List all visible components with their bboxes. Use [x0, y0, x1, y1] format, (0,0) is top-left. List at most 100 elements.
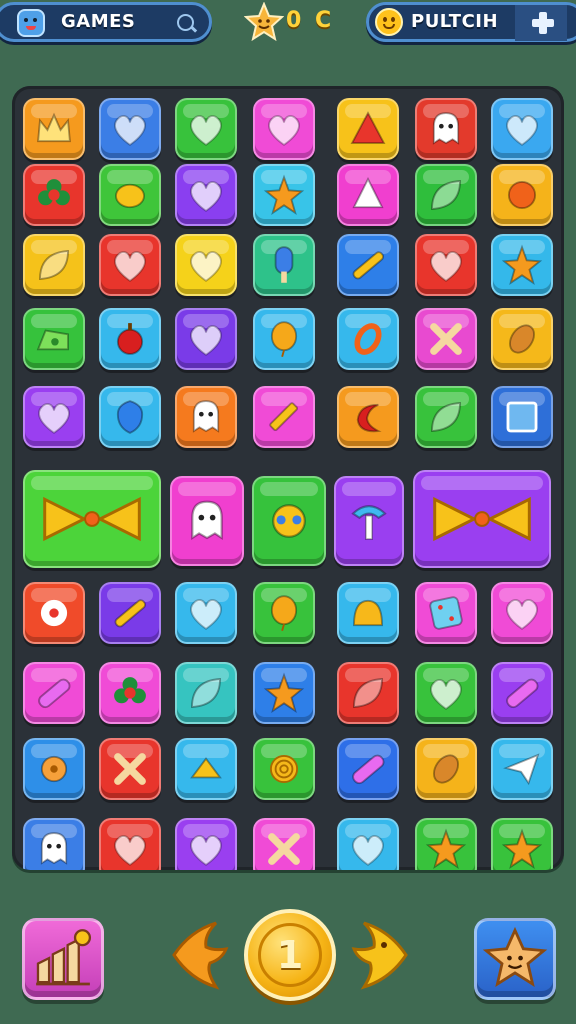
tile-cross[interactable]: [99, 738, 161, 800]
heart-icon: [114, 835, 146, 867]
tile-moon[interactable]: [337, 386, 399, 448]
tile-heart[interactable]: [99, 818, 161, 870]
games-label: GAMES: [61, 11, 136, 32]
tile-crown[interactable]: [23, 98, 85, 160]
avatar[interactable]: [17, 9, 45, 37]
moon-icon: [356, 403, 382, 433]
tile-heart[interactable]: [175, 98, 237, 160]
tile-gear[interactable]: [23, 738, 85, 800]
tile-star[interactable]: [491, 234, 553, 296]
tile-heart[interactable]: [491, 98, 553, 160]
player-bar[interactable]: PULTCIH: [366, 2, 576, 42]
tile-heart[interactable]: [23, 386, 85, 448]
cross-icon: [430, 323, 462, 355]
tile-leaf[interactable]: [337, 662, 399, 724]
arrow-right-icon[interactable]: [350, 915, 420, 995]
tile-pencil[interactable]: [253, 386, 315, 448]
leaf-icon: [39, 249, 69, 281]
blob-icon: [115, 183, 145, 209]
tile-shield[interactable]: [99, 386, 161, 448]
star-currency-icon: [244, 2, 284, 42]
arrow-left-icon[interactable]: [160, 915, 230, 995]
tile-heart[interactable]: [99, 234, 161, 296]
tile-dome[interactable]: [337, 582, 399, 644]
tile-leaf[interactable]: [415, 386, 477, 448]
tile-blob[interactable]: [99, 164, 161, 226]
tile-leaf[interactable]: [175, 662, 237, 724]
tile-balloon[interactable]: [253, 308, 315, 370]
tile-star[interactable]: [415, 818, 477, 870]
special-tile-ghost[interactable]: [170, 476, 244, 566]
ghost-icon: [191, 500, 223, 541]
tile-ball[interactable]: [491, 164, 553, 226]
balloon-icon: [270, 595, 298, 632]
games-search-bar[interactable]: GAMES: [0, 2, 212, 42]
heart-icon: [114, 251, 146, 283]
tile-heart[interactable]: [415, 234, 477, 296]
tile-flower[interactable]: [99, 662, 161, 724]
tile-paper-plane[interactable]: [491, 738, 553, 800]
tile-heart[interactable]: [175, 818, 237, 870]
rewards-button[interactable]: [474, 918, 556, 1000]
tile-popsicle[interactable]: [253, 234, 315, 296]
tile-heart[interactable]: [175, 164, 237, 226]
stats-button[interactable]: [22, 918, 104, 1000]
tile-triangle[interactable]: [337, 164, 399, 226]
tile-heart[interactable]: [175, 234, 237, 296]
leaf-icon: [191, 677, 221, 709]
tile-heart[interactable]: [415, 662, 477, 724]
ghost-icon: [40, 832, 68, 865]
search-icon[interactable]: [177, 14, 194, 31]
tile-pill[interactable]: [23, 662, 85, 724]
tile-ghost[interactable]: [23, 818, 85, 870]
tile-almond[interactable]: [491, 308, 553, 370]
tile-cross[interactable]: [253, 818, 315, 870]
special-tile-bow[interactable]: [23, 470, 161, 568]
tile-chevron[interactable]: [175, 738, 237, 800]
star-icon: [501, 828, 543, 869]
tile-star[interactable]: [253, 662, 315, 724]
tile-star[interactable]: [491, 818, 553, 870]
tile-cheese[interactable]: [23, 308, 85, 370]
heart-icon: [190, 115, 222, 147]
tile-swirl[interactable]: [253, 738, 315, 800]
tile-heart[interactable]: [175, 308, 237, 370]
tile-apple[interactable]: [99, 308, 161, 370]
shield-icon: [116, 400, 144, 434]
tile-ring[interactable]: [337, 308, 399, 370]
special-tile-bow[interactable]: [413, 470, 551, 568]
heart-icon: [352, 835, 384, 867]
tile-ghost[interactable]: [175, 386, 237, 448]
tile-frame[interactable]: [491, 386, 553, 448]
special-tile-hammer[interactable]: [334, 476, 404, 566]
tile-cone[interactable]: [337, 98, 399, 160]
plus-icon[interactable]: [515, 5, 567, 41]
tile-heart[interactable]: [175, 582, 237, 644]
tile-leaf[interactable]: [23, 234, 85, 296]
heart-icon: [506, 115, 538, 147]
heart-icon: [190, 835, 222, 867]
ball-icon: [507, 180, 537, 210]
tile-pill[interactable]: [337, 738, 399, 800]
tile-leaf[interactable]: [415, 164, 477, 226]
tile-stick[interactable]: [99, 582, 161, 644]
tile-dice[interactable]: [415, 582, 477, 644]
tile-ghost[interactable]: [415, 98, 477, 160]
tile-heart[interactable]: [337, 818, 399, 870]
tile-star[interactable]: [253, 164, 315, 226]
ghost-icon: [192, 400, 220, 433]
tile-heart[interactable]: [99, 98, 161, 160]
tile-donut[interactable]: [23, 582, 85, 644]
tile-heart[interactable]: [491, 582, 553, 644]
special-tile-virus[interactable]: [252, 476, 326, 566]
tile-almond[interactable]: [415, 738, 477, 800]
tile-stick[interactable]: [337, 234, 399, 296]
tile-heart[interactable]: [253, 98, 315, 160]
frame-icon: [506, 401, 538, 433]
chevron-icon: [190, 757, 222, 779]
tile-balloon[interactable]: [253, 582, 315, 644]
tile-pill[interactable]: [491, 662, 553, 724]
tile-cross[interactable]: [415, 308, 477, 370]
tile-flower[interactable]: [23, 164, 85, 226]
level-coin[interactable]: 1: [244, 909, 336, 1001]
